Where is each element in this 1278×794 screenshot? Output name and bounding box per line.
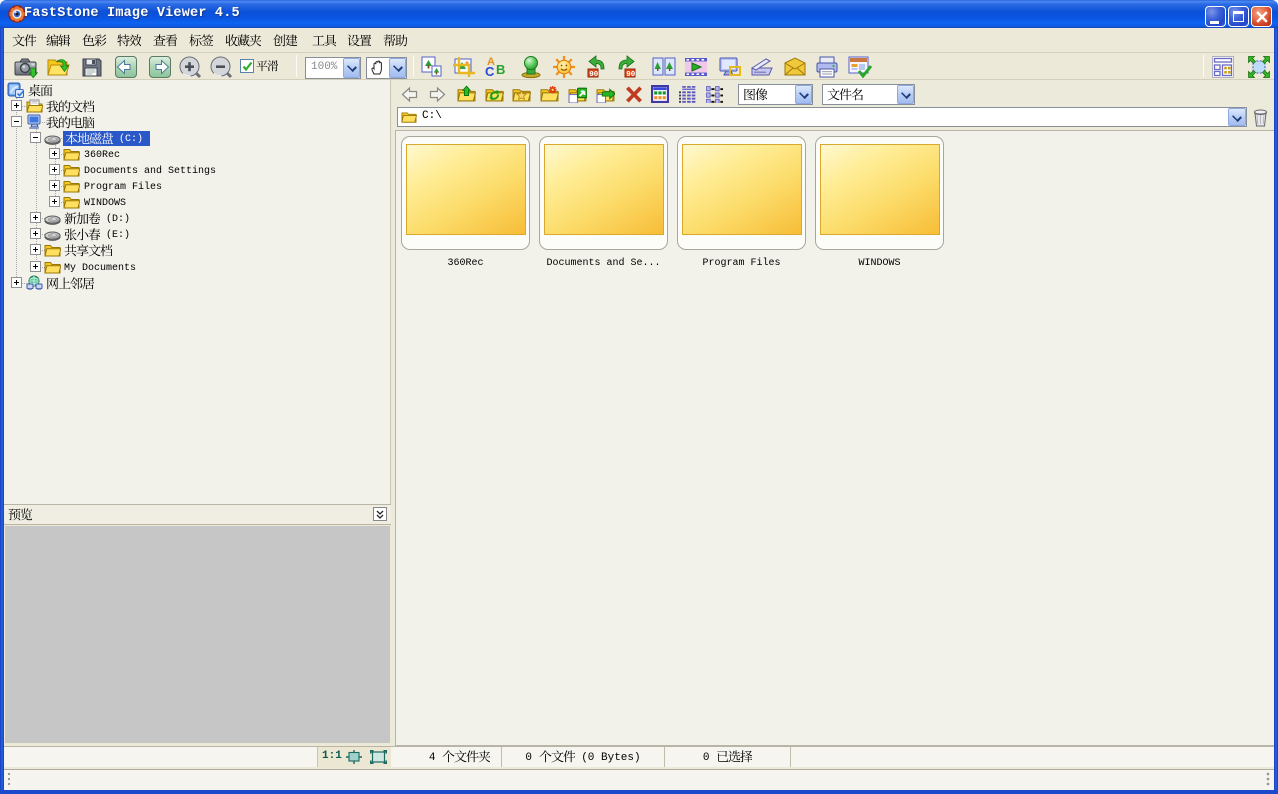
svg-text:C: C	[485, 64, 495, 79]
svg-text:-: -	[1216, 66, 1217, 69]
svg-text:90: 90	[626, 71, 636, 79]
svg-text:B: B	[496, 62, 505, 77]
svg-text:90: 90	[589, 71, 599, 79]
